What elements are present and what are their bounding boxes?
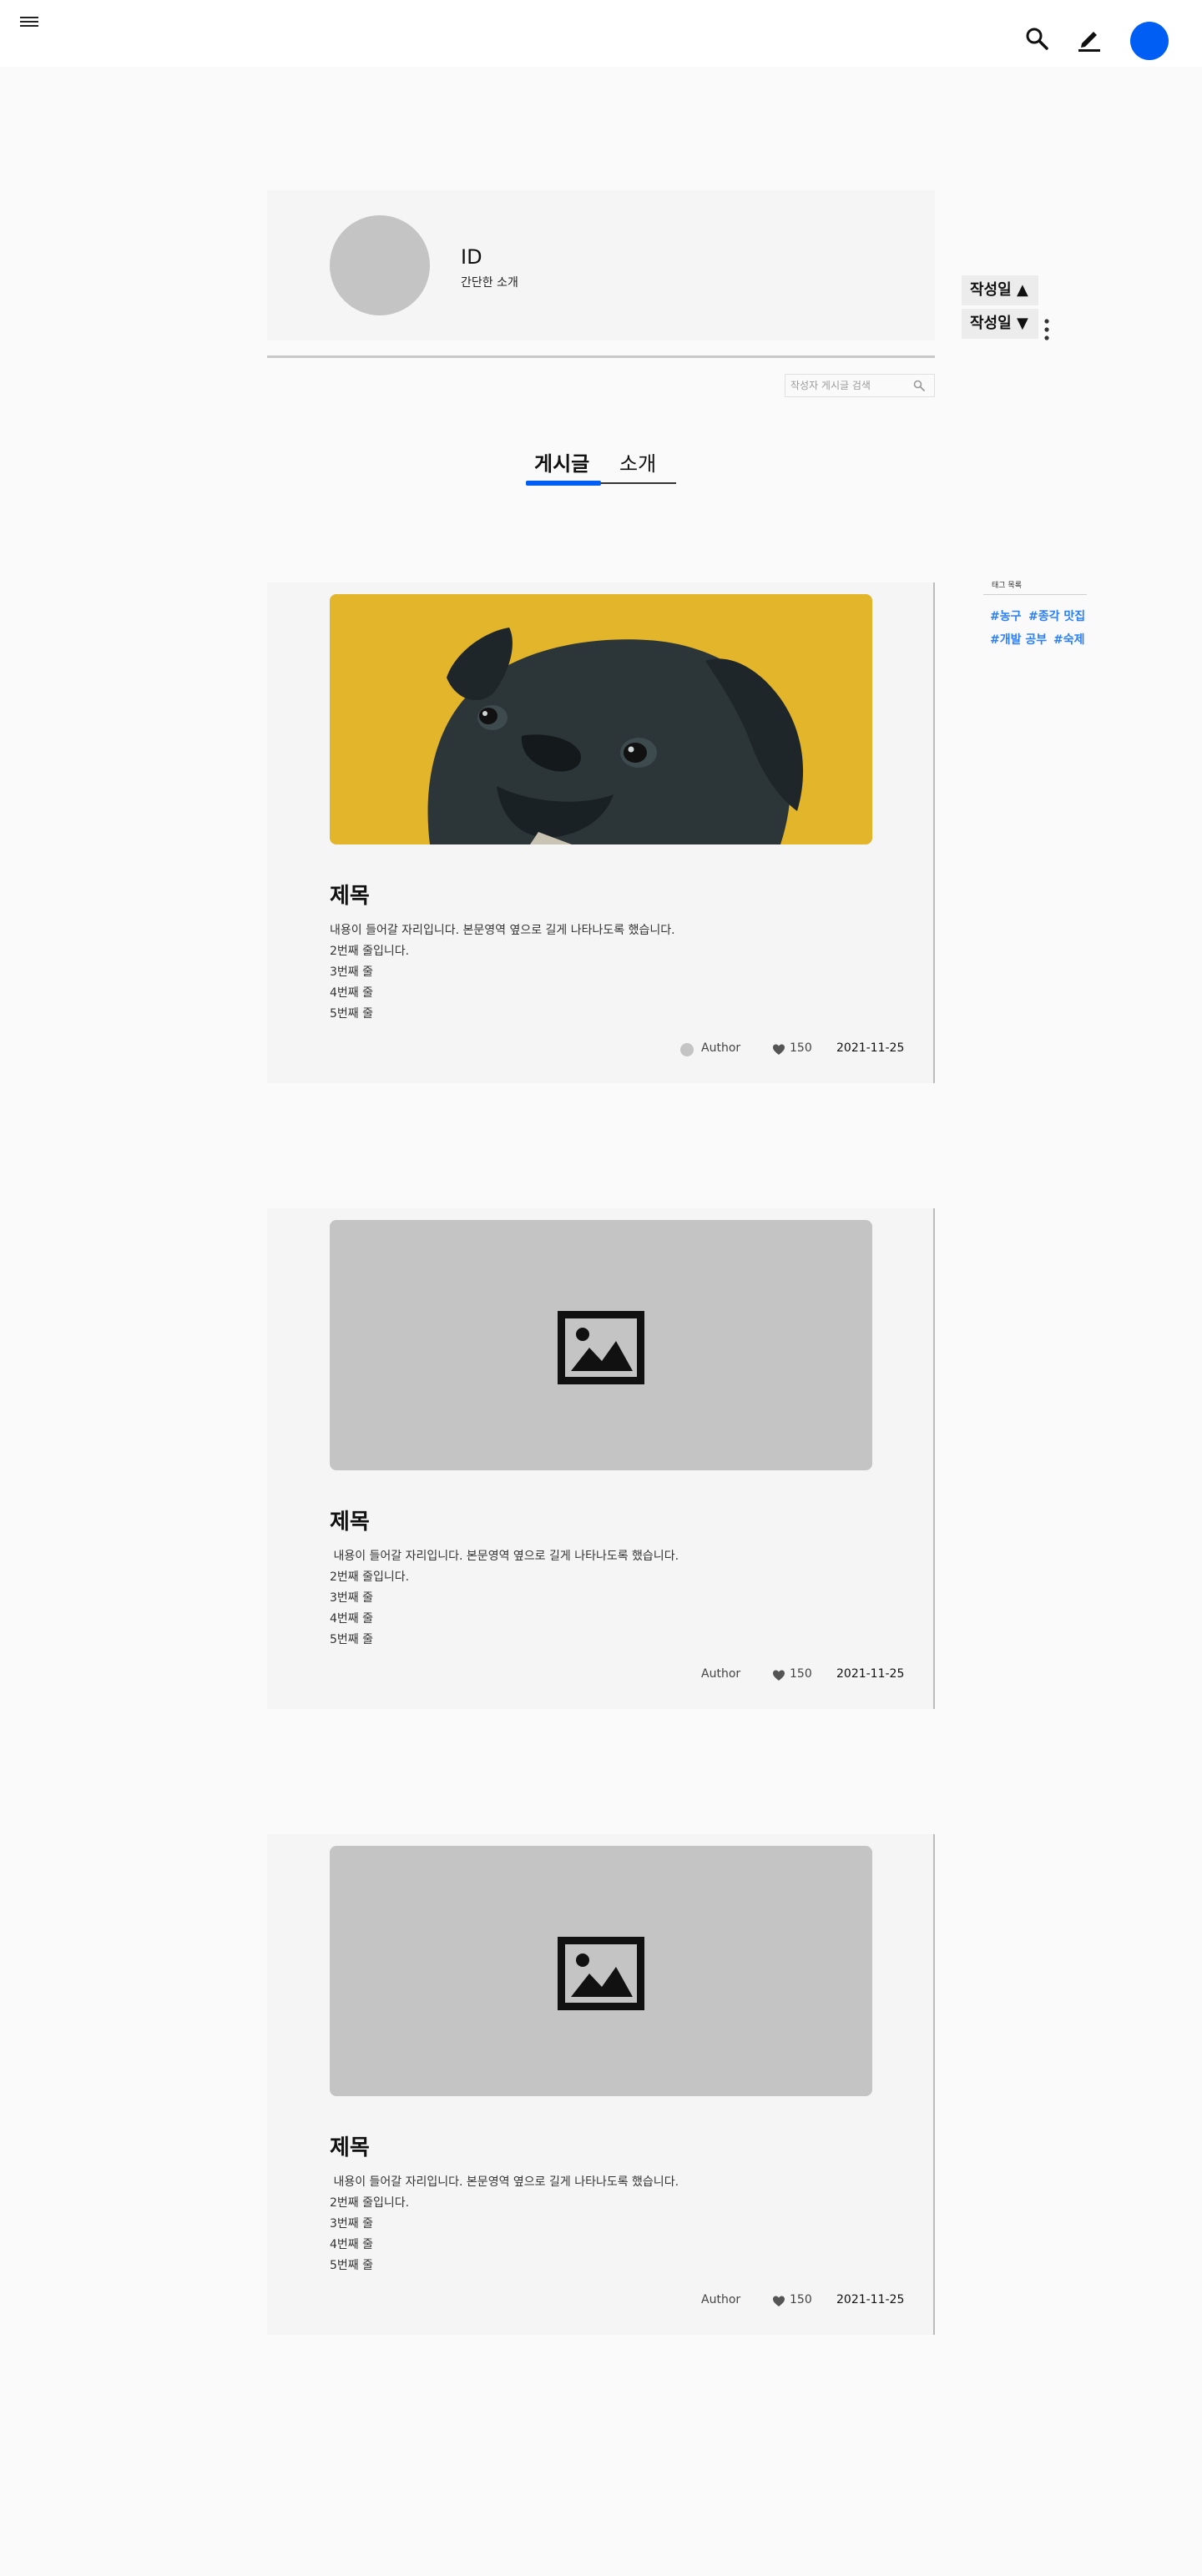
- tag-link[interactable]: #숙제: [1053, 631, 1085, 648]
- post-excerpt-line: 5번째 줄: [330, 1007, 373, 1021]
- post-like-count: 150: [790, 1667, 812, 1681]
- post-excerpt-line: 2번째 줄입니다.: [330, 1570, 410, 1584]
- profile-id: ID: [461, 245, 482, 269]
- profile-bio: 간단한 소개: [461, 276, 518, 290]
- post-date: 2021-11-25: [836, 1667, 905, 1681]
- tab-active-indicator: [526, 481, 601, 486]
- post-excerpt-line: 3번째 줄: [330, 965, 373, 979]
- post-card[interactable]: 제목 내용이 들어갈 자리입니다. 본문영역 옆으로 길게 나타나도록 했습니다…: [267, 1208, 935, 1709]
- author-post-search: [785, 374, 935, 397]
- post-author[interactable]: Author: [701, 2293, 740, 2306]
- post-excerpt: 내용이 들어갈 자리입니다. 본문영역 옆으로 길게 나타나도록 했습니다. 2…: [330, 1546, 679, 1651]
- post-image-placeholder: [330, 1846, 872, 2096]
- post-excerpt-line: 내용이 들어갈 자리입니다. 본문영역 옆으로 길게 나타나도록 했습니다.: [330, 2175, 679, 2189]
- post-excerpt-line: 5번째 줄: [330, 1633, 373, 1646]
- post-excerpt-line: 3번째 줄: [330, 2217, 373, 2231]
- tab-posts[interactable]: 게시글: [534, 447, 589, 476]
- post-author[interactable]: Author: [701, 1041, 740, 1055]
- post-image-pug: [330, 594, 872, 844]
- heart-icon[interactable]: [772, 1669, 785, 1682]
- search-icon[interactable]: [912, 379, 926, 392]
- post-card[interactable]: 제목 내용이 들어갈 자리입니다. 본문영역 옆으로 길게 나타나도록 했습니다…: [267, 582, 935, 1083]
- top-header: [0, 0, 1202, 67]
- image-placeholder-icon: [558, 1311, 644, 1384]
- post-author[interactable]: Author: [701, 1667, 740, 1681]
- tag-link[interactable]: #개발 공부: [990, 631, 1047, 648]
- post-excerpt-line: 2번째 줄입니다.: [330, 2196, 410, 2210]
- pencil-icon[interactable]: [1075, 25, 1104, 53]
- author-avatar: [680, 1043, 694, 1056]
- divider: [983, 594, 1087, 595]
- post-excerpt: 내용이 들어갈 자리입니다. 본문영역 옆으로 길게 나타나도록 했습니다. 2…: [330, 920, 675, 1025]
- profile-card: ID 간단한 소개: [267, 190, 935, 340]
- post-title: 제목: [330, 2135, 370, 2160]
- profile-divider: [267, 355, 935, 358]
- heart-icon[interactable]: [772, 1043, 785, 1056]
- post-title: 제목: [330, 884, 370, 909]
- post-excerpt-line: 4번째 줄: [330, 1612, 373, 1626]
- tab-intro[interactable]: 소개: [619, 447, 656, 476]
- post-excerpt-line: 2번째 줄입니다.: [330, 945, 410, 958]
- post-date: 2021-11-25: [836, 1041, 905, 1055]
- post-excerpt-line: 내용이 들어갈 자리입니다. 본문영역 옆으로 길게 나타나도록 했습니다.: [330, 924, 675, 937]
- user-avatar-button[interactable]: [1130, 22, 1169, 60]
- tag-link[interactable]: #농구: [990, 607, 1022, 624]
- post-image-placeholder: [330, 1220, 872, 1470]
- tag-link[interactable]: #종각 맛집: [1028, 607, 1085, 624]
- hamburger-menu-icon[interactable]: [18, 13, 43, 32]
- post-like-count: 150: [790, 1041, 812, 1055]
- image-placeholder-icon: [558, 1937, 644, 2010]
- tag-list-panel: 태그 목록 #농구 #종각 맛집 #개발 공부 #숙제: [977, 571, 1093, 654]
- post-excerpt-line: 내용이 들어갈 자리입니다. 본문영역 옆으로 길게 나타나도록 했습니다.: [330, 1550, 679, 1563]
- post-excerpt-line: 4번째 줄: [330, 2238, 373, 2251]
- post-date: 2021-11-25: [836, 2293, 905, 2306]
- author-post-search-input[interactable]: [785, 375, 911, 396]
- sort-date-desc-button[interactable]: 작성일 ▼: [962, 309, 1038, 339]
- tag-list-title: 태그 목록: [992, 582, 1022, 590]
- post-excerpt-line: 5번째 줄: [330, 2259, 373, 2272]
- profile-avatar: [330, 215, 430, 315]
- post-excerpt-line: 4번째 줄: [330, 986, 373, 1000]
- heart-icon[interactable]: [772, 2295, 785, 2308]
- post-excerpt-line: 3번째 줄: [330, 1591, 373, 1605]
- post-card[interactable]: 제목 내용이 들어갈 자리입니다. 본문영역 옆으로 길게 나타나도록 했습니다…: [267, 1834, 935, 2335]
- search-icon[interactable]: [1023, 25, 1052, 53]
- post-excerpt: 내용이 들어갈 자리입니다. 본문영역 옆으로 길게 나타나도록 했습니다. 2…: [330, 2172, 679, 2276]
- post-like-count: 150: [790, 2293, 812, 2306]
- sort-date-asc-button[interactable]: 작성일 ▲: [962, 275, 1038, 305]
- kebab-menu-icon[interactable]: [1042, 317, 1052, 342]
- post-title: 제목: [330, 1510, 370, 1535]
